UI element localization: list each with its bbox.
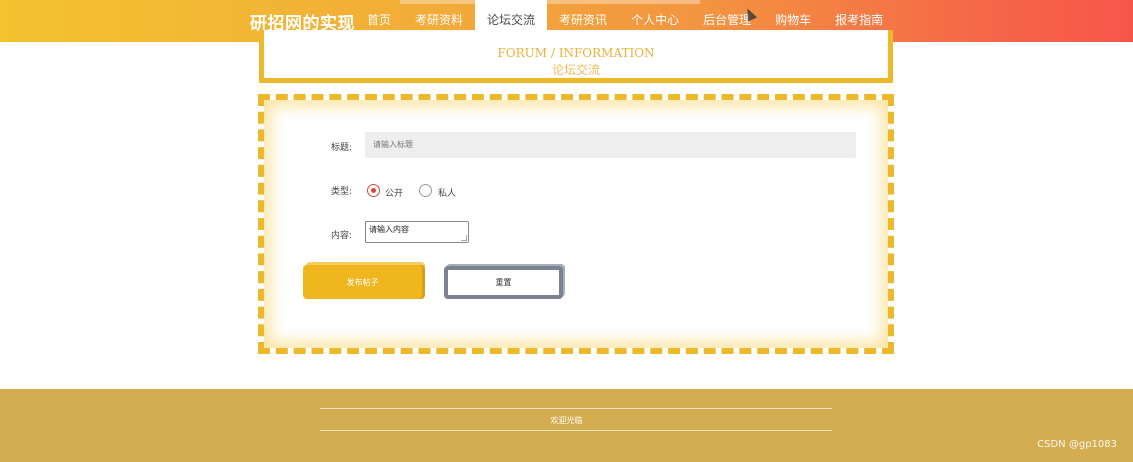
footer-divider-top [320, 408, 832, 409]
publish-post-button[interactable]: 发布帖子 [303, 265, 422, 299]
title-label: 标题: [331, 143, 353, 153]
post-form-panel: 标题: 类型: 公开 私人 内容: 请输入内容 发布帖子 重置 [258, 94, 894, 354]
page-footer: 欢迎光临 CSDN @gp1083 [0, 389, 1133, 462]
type-radio-private[interactable] [419, 184, 432, 197]
section-banner: FORUM / INFORMATION 论坛交流 [259, 30, 893, 83]
footer-divider-bottom [320, 430, 832, 431]
content-label: 内容: [331, 231, 353, 241]
content-textarea[interactable]: 请输入内容 [365, 221, 469, 243]
csdn-watermark: CSDN @gp1083 [1037, 439, 1117, 450]
banner-title-zh: 论坛交流 [551, 63, 600, 77]
type-label: 类型: [331, 187, 353, 197]
banner-title-en: FORUM / INFORMATION [497, 46, 655, 60]
type-option-public-label[interactable]: 公开 [385, 186, 403, 199]
reset-button[interactable]: 重置 [444, 266, 563, 299]
footer-welcome-text: 欢迎光临 [550, 416, 583, 425]
type-radio-public[interactable] [367, 184, 380, 197]
type-option-private-label[interactable]: 私人 [438, 186, 456, 199]
title-input[interactable] [365, 132, 856, 158]
